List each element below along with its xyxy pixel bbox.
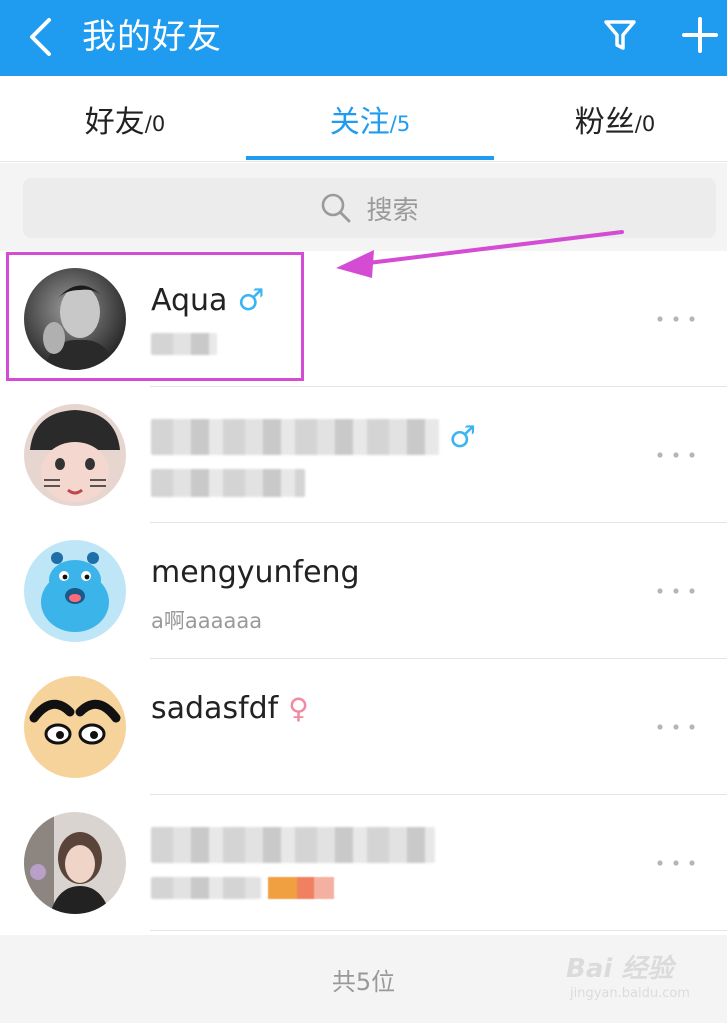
blurred-text (151, 419, 439, 455)
tab-fans[interactable]: 粉丝/0 (530, 76, 700, 162)
page-title: 我的好友 (82, 17, 222, 57)
active-tab-indicator (246, 156, 494, 160)
more-options-button[interactable] (654, 845, 698, 881)
tab-bar: 好友/0 关注/5 粉丝/0 (0, 76, 727, 162)
contact-signature (151, 877, 334, 904)
contact-signature: a啊aaaaaa (151, 609, 263, 633)
contact-name: ♂ (151, 419, 476, 455)
cartoon-face-avatar[interactable] (24, 676, 126, 778)
filter-button[interactable] (598, 12, 642, 58)
list-item[interactable]: sadasfdf ♀ (0, 659, 727, 795)
more-options-button[interactable] (654, 709, 698, 745)
tab-label: 粉丝 (574, 105, 635, 140)
back-button[interactable] (20, 12, 60, 62)
more-icon (657, 316, 695, 322)
contact-name-text: sadasfdf (151, 691, 279, 726)
tab-following[interactable]: 关注/5 (246, 76, 494, 162)
more-icon (657, 588, 695, 594)
blue-monster-avatar[interactable] (24, 540, 126, 642)
more-options-button[interactable] (654, 573, 698, 609)
divider (150, 930, 727, 931)
more-icon (657, 452, 695, 458)
more-icon (657, 860, 695, 866)
more-icon (657, 724, 695, 730)
baidu-watermark: Bai 经验 jingyan.baidu.com (548, 942, 698, 1008)
app-bar: 我的好友 (0, 0, 727, 76)
female-icon: ♀ (288, 692, 309, 725)
tab-count: /0 (634, 112, 656, 136)
chevron-left-icon (30, 18, 51, 56)
photo-girl-avatar[interactable] (24, 812, 126, 914)
blurred-text (151, 877, 261, 899)
cartoon-girl-avatar[interactable] (24, 404, 126, 506)
tab-friends[interactable]: 好友/0 (40, 76, 210, 162)
annotation-arrow-icon (336, 230, 624, 278)
watermark-subtitle: jingyan.baidu.com (570, 986, 690, 1001)
search-icon (322, 193, 351, 223)
list-item[interactable]: ♂ (0, 387, 727, 523)
total-count: 共5位 (331, 967, 396, 996)
male-icon: ♂ (449, 419, 476, 455)
blurred-text (151, 469, 305, 497)
contact-name: mengyunfeng (151, 555, 360, 590)
tab-count: /0 (144, 112, 166, 136)
annotation-highlight-box (6, 252, 304, 381)
blurred-text (151, 827, 435, 863)
more-options-button[interactable] (654, 301, 698, 337)
filter-icon (604, 20, 636, 50)
watermark-title: Bai 经验 (566, 954, 674, 984)
tab-label: 好友 (84, 105, 145, 140)
contact-name-text: mengyunfeng (151, 555, 360, 590)
list-item[interactable]: mengyunfeng a啊aaaaaa (0, 523, 727, 659)
contact-signature (151, 469, 305, 502)
more-options-button[interactable] (654, 437, 698, 473)
list-item[interactable] (0, 795, 727, 931)
plus-icon (682, 17, 718, 53)
vip-badge (267, 877, 334, 899)
add-button[interactable] (676, 10, 724, 60)
tab-label: 关注 (329, 105, 390, 140)
contact-name: sadasfdf ♀ (151, 691, 309, 726)
contact-name (151, 827, 435, 863)
search-placeholder: 搜索 (366, 195, 419, 226)
tab-count: /5 (389, 112, 411, 136)
